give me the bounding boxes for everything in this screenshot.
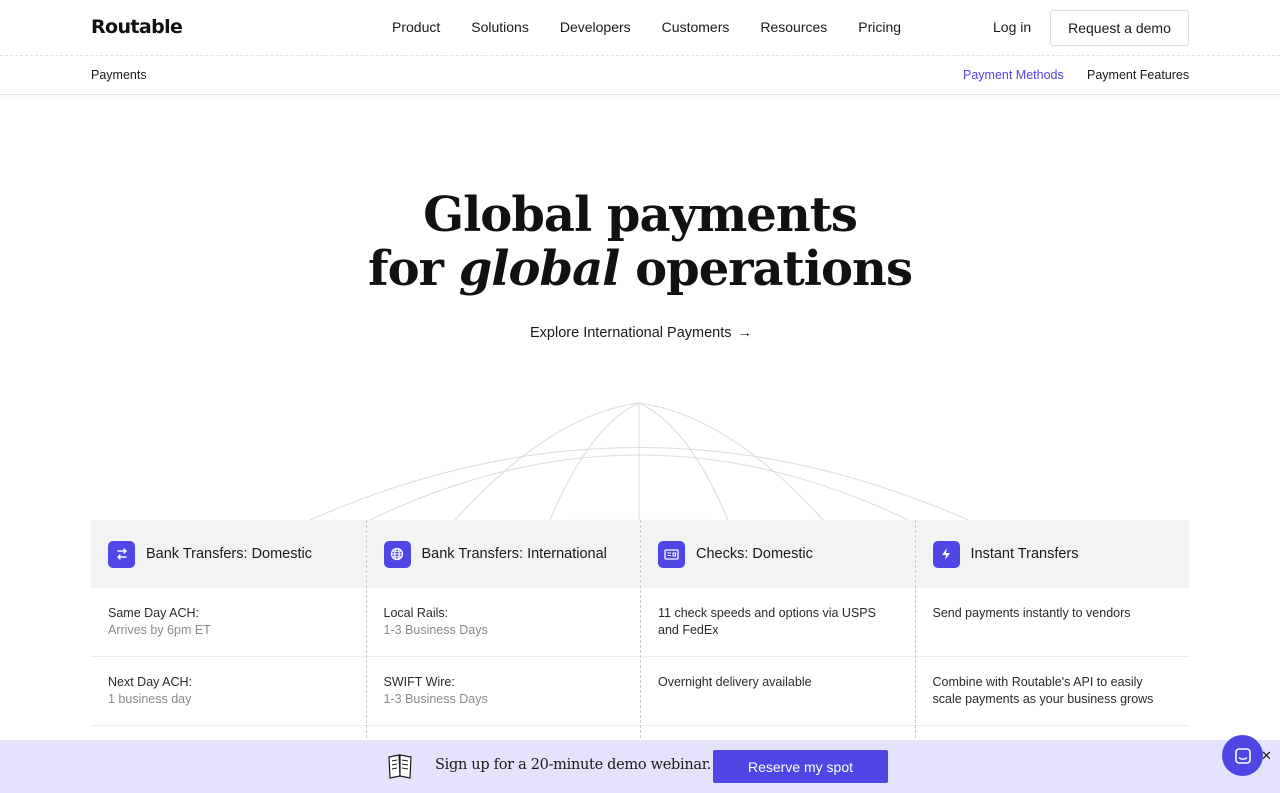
globe-illustration: [309, 402, 969, 525]
banner-text: Sign up for a 20-minute demo webinar.: [435, 757, 712, 773]
close-icon[interactable]: ✕: [1261, 748, 1272, 764]
hero-line-2-emphasis: global: [458, 241, 621, 297]
list-item: SWIFT Wire: 1-3 Business Days: [366, 657, 640, 726]
logo[interactable]: Routable: [91, 16, 183, 38]
row-detail: 1 business day: [108, 692, 192, 706]
row-label: SWIFT Wire:: [383, 675, 455, 689]
list-item: Next Day ACH: 1 business day: [91, 657, 366, 726]
card-header: Bank Transfers: Domestic: [91, 520, 366, 588]
lightning-icon: [932, 540, 960, 568]
explore-international-link[interactable]: Explore International Payments →: [530, 325, 752, 341]
nav-item-product[interactable]: Product: [392, 19, 440, 35]
row-label: 11 check speeds and options via USPS and…: [658, 606, 876, 637]
chat-launcher-button[interactable]: [1222, 735, 1263, 776]
explore-link-label: Explore International Payments: [530, 325, 732, 341]
nav-item-customers[interactable]: Customers: [662, 19, 730, 35]
card-header: Bank Transfers: International: [366, 520, 640, 588]
row-label: Local Rails:: [383, 606, 449, 620]
row-label: Same Day ACH:: [108, 606, 200, 620]
card-title: Bank Transfers: Domestic: [146, 546, 312, 562]
row-label: Overnight delivery available: [658, 675, 812, 689]
list-item: Same Day ACH: Arrives by 6pm ET: [91, 588, 366, 657]
nav-item-solutions[interactable]: Solutions: [471, 19, 529, 35]
subnav-payment-methods[interactable]: Payment Methods: [963, 68, 1064, 82]
nav-item-developers[interactable]: Developers: [560, 19, 631, 35]
login-link[interactable]: Log in: [993, 19, 1031, 35]
hero-line-2-post: operations: [619, 241, 913, 297]
card-header: Checks: Domestic: [641, 520, 915, 588]
main-nav: Product Solutions Developers Customers R…: [392, 19, 932, 35]
row-label: Combine with Routable's API to easily sc…: [932, 675, 1154, 706]
top-navigation: Routable Product Solutions Developers Cu…: [0, 0, 1280, 56]
list-item: 11 check speeds and options via USPS and…: [641, 588, 915, 657]
arrows-exchange-icon: [108, 540, 135, 568]
arrow-right-icon: →: [737, 325, 753, 341]
row-detail: 1-3 Business Days: [383, 623, 488, 637]
nav-item-resources[interactable]: Resources: [760, 19, 827, 35]
globe-icon: [383, 540, 411, 568]
row-label: Send payments instantly to vendors: [932, 606, 1131, 620]
row-detail: 1-3 Business Days: [383, 692, 488, 706]
book-illustration-icon: [388, 754, 412, 779]
nav-item-pricing[interactable]: Pricing: [858, 19, 901, 35]
card-title: Checks: Domestic: [696, 546, 813, 562]
list-item: Send payments instantly to vendors: [915, 588, 1189, 657]
list-item: Overnight delivery available: [641, 657, 915, 726]
list-item: Combine with Routable's API to easily sc…: [915, 657, 1189, 726]
row-detail: Arrives by 6pm ET: [108, 623, 211, 637]
request-demo-button[interactable]: Request a demo: [1050, 10, 1189, 46]
hero-line-2-pre: for: [368, 241, 459, 297]
hero-title: Global payments for global operations: [0, 188, 1280, 296]
reserve-spot-button[interactable]: Reserve my spot: [713, 750, 888, 783]
chat-icon: [1234, 747, 1251, 764]
subnav-payment-features[interactable]: Payment Features: [1087, 68, 1189, 82]
hero-line-1: Global payments: [423, 187, 858, 243]
check-card-icon: [658, 540, 685, 568]
list-item: Local Rails: 1-3 Business Days: [366, 588, 640, 657]
row-label: Next Day ACH:: [108, 675, 193, 689]
webinar-banner: Sign up for a 20-minute demo webinar. Re…: [0, 740, 1280, 793]
card-header: Instant Transfers: [915, 520, 1189, 588]
card-title: Bank Transfers: International: [421, 546, 607, 562]
sub-navigation: Payments Payment Methods Payment Feature…: [0, 57, 1280, 95]
card-title: Instant Transfers: [970, 546, 1079, 562]
subnav-section-title[interactable]: Payments: [91, 68, 147, 82]
